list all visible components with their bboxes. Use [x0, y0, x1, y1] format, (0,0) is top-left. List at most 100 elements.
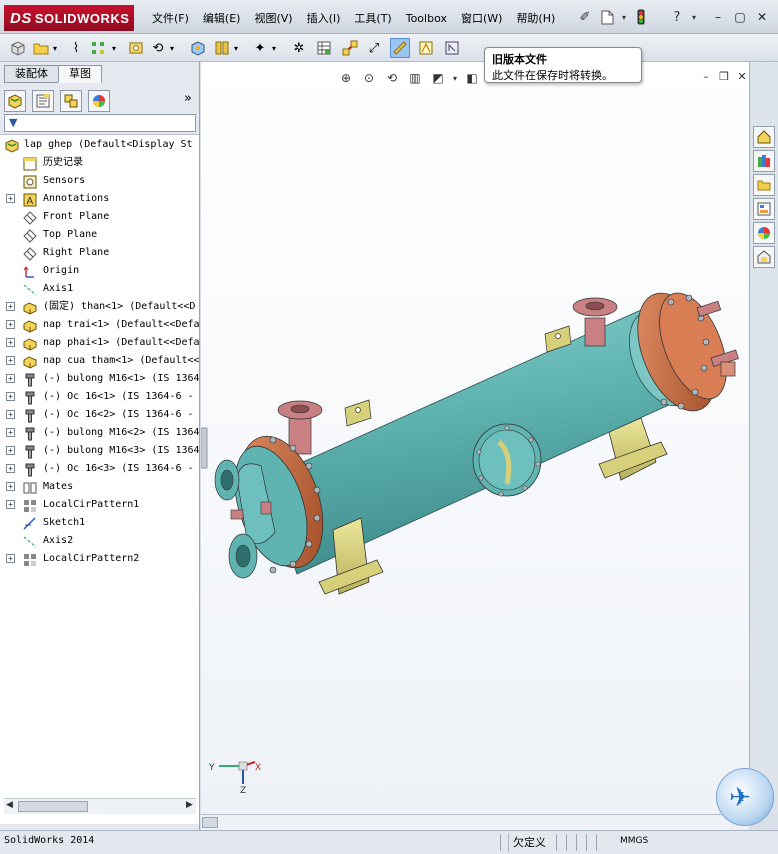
tree-item[interactable]: + nap phai<1> (Default<<Defa [0, 334, 199, 352]
feature-manager-icon[interactable] [4, 90, 26, 112]
show-hidden-icon[interactable] [188, 38, 208, 58]
status-units[interactable]: MMGS [620, 836, 648, 846]
view-palette-icon[interactable] [753, 198, 775, 220]
component-pattern-icon[interactable] [88, 38, 108, 58]
expand-toggle-icon[interactable]: + [6, 302, 15, 311]
clearance-verification-icon[interactable] [416, 38, 436, 58]
panel-splitter-handle[interactable] [201, 427, 208, 469]
custom-properties-icon[interactable] [753, 246, 775, 268]
scroll-thumb[interactable] [18, 801, 88, 812]
tree-item[interactable]: + A Annotations [0, 190, 199, 208]
tree-item[interactable]: lap ghep (Default<Display St [0, 136, 199, 154]
tree-horizontal-scrollbar[interactable]: ◀ ▶ [4, 798, 196, 814]
reference-geometry-icon[interactable]: ✦ [250, 38, 270, 58]
tree-item[interactable]: + nap trai<1> (Default<<Defa [0, 316, 199, 334]
design-library-icon[interactable] [753, 150, 775, 172]
tree-item[interactable]: + nap cua tham<1> (Default<< [0, 352, 199, 370]
scroll-right-icon[interactable]: ▶ [186, 800, 193, 810]
dropdown-arrow-icon[interactable]: ▾ [620, 8, 628, 26]
expand-toggle-icon[interactable]: + [6, 338, 15, 347]
expand-toggle-icon[interactable]: + [6, 392, 15, 401]
tree-item[interactable]: + Mates [0, 478, 199, 496]
interference-detection-icon[interactable] [390, 38, 410, 58]
open-dropdown-icon[interactable]: ▾ [51, 38, 59, 58]
tree-item[interactable]: Front Plane [0, 208, 199, 226]
help-dropdown-icon[interactable]: ▾ [690, 8, 698, 26]
mate-dropdown-icon[interactable]: ▾ [232, 38, 240, 58]
pin-icon[interactable]: ✐ [576, 8, 594, 26]
scroll-left-icon[interactable]: ◀ [6, 800, 13, 810]
tree-item[interactable]: + (-) bulong M16<2> (IS 1364 [0, 424, 199, 442]
expand-toggle-icon[interactable]: + [6, 428, 15, 437]
filter-icon[interactable]: ▼ [9, 116, 17, 129]
maximize-icon[interactable]: ▢ [731, 9, 749, 25]
mate-icon[interactable] [212, 38, 232, 58]
expand-toggle-icon[interactable]: + [6, 374, 15, 383]
tree-item[interactable]: 历史记录 [0, 154, 199, 172]
bill-of-materials-icon[interactable] [314, 38, 334, 58]
tree-item[interactable]: Axis1 [0, 280, 199, 298]
new-document-icon[interactable] [598, 8, 616, 26]
appearances-icon[interactable] [753, 222, 775, 244]
menu-insert[interactable]: 插入(I) [301, 10, 349, 28]
tree-item[interactable]: Origin [0, 262, 199, 280]
instant-3d-icon[interactable] [442, 38, 462, 58]
tree-item[interactable]: + (-) bulong M16<3> (IS 1364 [0, 442, 199, 460]
3d-box-icon[interactable] [8, 38, 28, 58]
tree-item[interactable]: + LocalCirPattern1 [0, 496, 199, 514]
close-icon[interactable]: ✕ [753, 9, 771, 25]
tab-assembly[interactable]: 装配体 [4, 65, 59, 83]
expand-toggle-icon[interactable]: + [6, 482, 15, 491]
solidworks-logo[interactable]: DS SOLIDWORKS [4, 5, 134, 31]
menu-edit[interactable]: 编辑(E) [197, 10, 249, 28]
move-dropdown-icon[interactable]: ▾ [168, 38, 176, 58]
tray-assistant-icon[interactable]: ✈ [716, 768, 774, 826]
menu-file[interactable]: 文件(F) [146, 10, 197, 28]
expand-toggle-icon[interactable]: + [6, 410, 15, 419]
expand-toggle-icon[interactable]: + [6, 320, 15, 329]
menu-tools[interactable]: 工具(T) [348, 10, 399, 28]
tree-item[interactable]: + (-) Oc 16<3> (IS 1364-6 - [0, 460, 199, 478]
smart-fastener-icon[interactable] [126, 38, 146, 58]
expand-toggle-icon[interactable]: + [6, 554, 15, 563]
expand-toggle-icon[interactable]: + [6, 446, 15, 455]
expand-toggle-icon[interactable]: + [6, 500, 15, 509]
more-tabs-icon[interactable]: » [184, 91, 192, 106]
reference-dropdown-icon[interactable]: ▾ [270, 38, 278, 58]
open-folder-icon[interactable] [31, 38, 51, 58]
tab-sketch[interactable]: 草图 [58, 65, 102, 83]
file-explorer-icon[interactable] [753, 174, 775, 196]
tree-item[interactable]: + (-) Oc 16<1> (IS 1364-6 - [0, 388, 199, 406]
expand-toggle-icon[interactable]: + [6, 356, 15, 365]
viewport-scroll-thumb[interactable] [202, 817, 218, 828]
minimize-icon[interactable]: – [709, 9, 727, 25]
menu-window[interactable]: 窗口(W) [455, 10, 510, 28]
expand-toggle-icon[interactable]: + [6, 464, 15, 473]
tree-item[interactable]: + (-) bulong M16<1> (IS 1364 [0, 370, 199, 388]
new-motion-study-icon[interactable]: ✲ [289, 38, 309, 58]
exploded-view-icon[interactable] [340, 38, 360, 58]
explode-line-sketch-icon[interactable]: ⤢ [364, 38, 384, 58]
tree-item[interactable]: Sensors [0, 172, 199, 190]
paperclip-icon[interactable]: ⌇ [66, 38, 86, 58]
tree-item[interactable]: Top Plane [0, 226, 199, 244]
menu-help[interactable]: 帮助(H) [510, 10, 563, 28]
move-component-icon[interactable]: ⟲ [148, 38, 168, 58]
tree-item[interactable]: Axis2 [0, 532, 199, 550]
tree-item[interactable]: Sketch1 [0, 514, 199, 532]
menu-toolbox[interactable]: Toolbox [400, 10, 455, 28]
viewport-horizontal-scrollbar[interactable] [201, 814, 749, 830]
configuration-manager-icon[interactable] [60, 90, 82, 112]
graphics-viewport[interactable]: ⊕ ⊙ ⟲ ▥ ◩ ▾ ◧ – ❐ ✕ Y X Z [201, 62, 749, 814]
tree-item[interactable]: + (固定) than<1> (Default<<D [0, 298, 199, 316]
property-manager-icon[interactable] [32, 90, 54, 112]
display-manager-icon[interactable] [88, 90, 110, 112]
help-icon[interactable]: ? [668, 8, 686, 26]
solidworks-resources-icon[interactable] [753, 126, 775, 148]
menu-view[interactable]: 视图(V) [248, 10, 300, 28]
heat-exchanger-model[interactable]: Y X Z [201, 62, 749, 814]
tree-item[interactable]: + LocalCirPattern2 [0, 550, 199, 568]
traffic-light-icon[interactable] [632, 8, 650, 26]
tree-item[interactable]: + (-) Oc 16<2> (IS 1364-6 - [0, 406, 199, 424]
tree-filter-input[interactable]: ▼ [4, 114, 196, 132]
